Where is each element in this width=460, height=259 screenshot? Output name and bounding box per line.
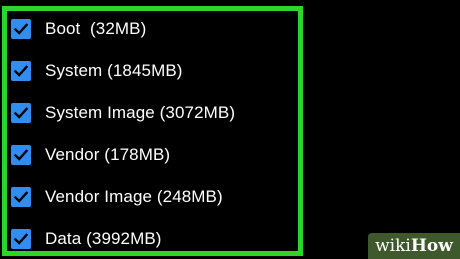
- checkmark-icon: [13, 107, 29, 119]
- watermark-how: How: [410, 236, 453, 256]
- partition-label: System Image (3072MB): [45, 103, 236, 122]
- checkmark-icon: [13, 65, 29, 77]
- watermark-wiki: wiki: [375, 236, 411, 256]
- partition-label: Vendor (178MB): [45, 145, 171, 164]
- partition-row-system[interactable]: System (1845MB): [11, 50, 291, 92]
- checkbox-system[interactable]: [11, 61, 31, 81]
- partition-list: Boot (32MB) System (1845MB) System Image…: [11, 8, 291, 259]
- partition-label: Data (3992MB): [45, 229, 162, 248]
- partition-row-vendor[interactable]: Vendor (178MB): [11, 134, 291, 176]
- wikihow-watermark: wikiHow: [368, 233, 460, 259]
- checkbox-boot[interactable]: [11, 19, 31, 39]
- watermark-text: wikiHow: [375, 236, 453, 256]
- partition-label: System (1845MB): [45, 61, 183, 80]
- checkbox-data[interactable]: [11, 229, 31, 249]
- checkmark-icon: [13, 191, 29, 203]
- checkmark-icon: [13, 149, 29, 161]
- checkbox-vendor-image[interactable]: [11, 187, 31, 207]
- partition-row-vendor-image[interactable]: Vendor Image (248MB): [11, 176, 291, 218]
- partition-row-system-image[interactable]: System Image (3072MB): [11, 92, 291, 134]
- partition-label: Boot (32MB): [45, 19, 147, 38]
- partition-row-data[interactable]: Data (3992MB): [11, 218, 291, 259]
- checkbox-system-image[interactable]: [11, 103, 31, 123]
- partition-label: Vendor Image (248MB): [45, 187, 223, 206]
- checkmark-icon: [13, 233, 29, 245]
- checkmark-icon: [13, 23, 29, 35]
- partition-row-boot[interactable]: Boot (32MB): [11, 8, 291, 50]
- checkbox-vendor[interactable]: [11, 145, 31, 165]
- backup-partition-screen: Boot (32MB) System (1845MB) System Image…: [0, 0, 460, 259]
